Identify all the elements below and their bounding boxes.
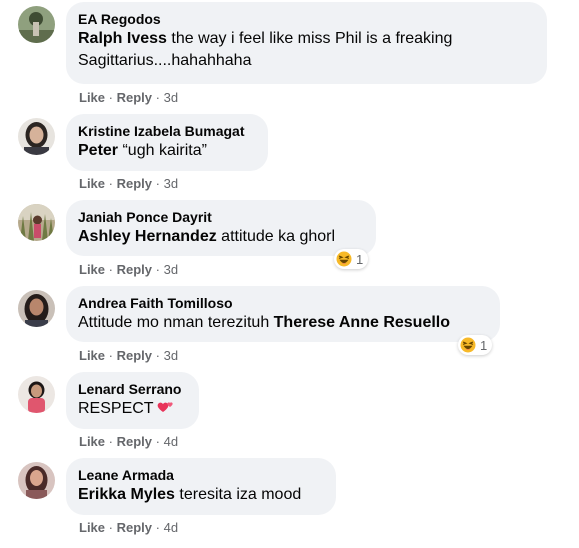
comment-body: teresita iza mood <box>174 486 302 503</box>
reply-button[interactable]: Reply <box>117 90 152 105</box>
haha-emoji-icon <box>460 337 476 353</box>
comment-bubble: Andrea Faith Tomilloso Attitude mo nman … <box>66 286 500 342</box>
comment-text: Peter “ugh kairita” <box>78 140 256 162</box>
two-hearts-icon <box>157 402 173 412</box>
reply-button[interactable]: Reply <box>117 176 152 191</box>
separator: · <box>108 90 113 105</box>
comment-author[interactable]: Janiah Ponce Dayrit <box>78 208 364 226</box>
avatar[interactable] <box>18 462 55 499</box>
comment-actions: Like · Reply · 4d <box>79 520 178 536</box>
comment-body: RESPECT <box>78 400 154 417</box>
like-button[interactable]: Like <box>79 90 105 105</box>
mention-tag[interactable]: Erikka Myles <box>78 486 175 503</box>
separator: · <box>155 90 160 105</box>
avatar[interactable] <box>18 118 55 155</box>
comment-body: Attitude mo nman terezituh <box>78 314 274 331</box>
separator: · <box>108 176 113 191</box>
separator: · <box>155 520 160 535</box>
reply-button[interactable]: Reply <box>117 434 152 449</box>
comment-author[interactable]: EA Regodos <box>78 10 535 28</box>
haha-emoji-icon <box>336 251 352 267</box>
like-button[interactable]: Like <box>79 434 105 449</box>
comment-actions: Like · Reply · 3d <box>79 262 178 278</box>
comment-author[interactable]: Lenard Serrano <box>78 380 187 398</box>
separator: · <box>108 434 113 449</box>
comment-body: attitude ka ghorl <box>216 228 336 245</box>
comment-actions: Like · Reply · 3d <box>79 348 178 364</box>
reply-button[interactable]: Reply <box>117 348 152 363</box>
comment-bubble: Janiah Ponce Dayrit Ashley Hernandez att… <box>66 200 376 256</box>
avatar[interactable] <box>18 376 55 413</box>
separator: · <box>108 348 113 363</box>
comment-author[interactable]: Andrea Faith Tomilloso <box>78 294 488 312</box>
like-button[interactable]: Like <box>79 262 105 277</box>
mention-tag[interactable]: Ashley Hernandez <box>78 228 217 245</box>
timestamp[interactable]: 3d <box>164 348 178 363</box>
comment-actions: Like · Reply · 3d <box>79 90 178 106</box>
comment-bubble: Leane Armada Erikka Myles teresita iza m… <box>66 458 336 515</box>
reaction-count: 1 <box>356 251 364 267</box>
mention-tag[interactable]: Therese Anne Resuello <box>274 314 450 331</box>
like-button[interactable]: Like <box>79 348 105 363</box>
avatar[interactable] <box>18 290 55 327</box>
reaction-summary[interactable]: 1 <box>458 335 493 355</box>
comment-actions: Like · Reply · 3d <box>79 176 178 192</box>
timestamp[interactable]: 4d <box>164 434 178 449</box>
avatar[interactable] <box>18 6 55 43</box>
comment-text: Attitude mo nman terezituh Therese Anne … <box>78 312 488 334</box>
comment-text: Ralph Ivess the way i feel like miss Phi… <box>78 28 535 72</box>
timestamp[interactable]: 3d <box>164 262 178 277</box>
reaction-count: 1 <box>480 337 488 353</box>
comment-text: RESPECT <box>78 398 187 420</box>
comment-text: Erikka Myles teresita iza mood <box>78 484 324 506</box>
comment-text: Ashley Hernandez attitude ka ghorl <box>78 226 364 248</box>
reaction-summary[interactable]: 1 <box>334 249 369 269</box>
like-button[interactable]: Like <box>79 176 105 191</box>
comment-author[interactable]: Kristine Izabela Bumagat <box>78 122 256 140</box>
comment-body: “ugh kairita” <box>118 142 207 159</box>
separator: · <box>108 520 113 535</box>
timestamp[interactable]: 3d <box>164 176 178 191</box>
separator: · <box>155 262 160 277</box>
separator: · <box>155 176 160 191</box>
like-button[interactable]: Like <box>79 520 105 535</box>
comment-bubble: Kristine Izabela Bumagat Peter “ugh kair… <box>66 114 268 171</box>
comment-bubble: EA Regodos Ralph Ivess the way i feel li… <box>66 2 547 84</box>
avatar[interactable] <box>18 204 55 241</box>
mention-tag[interactable]: Peter <box>78 142 118 159</box>
mention-tag[interactable]: Ralph Ivess <box>78 30 167 47</box>
reply-button[interactable]: Reply <box>117 520 152 535</box>
timestamp[interactable]: 4d <box>164 520 178 535</box>
comment-author[interactable]: Leane Armada <box>78 466 324 484</box>
separator: · <box>108 262 113 277</box>
comment-bubble: Lenard Serrano RESPECT <box>66 372 199 429</box>
reply-button[interactable]: Reply <box>117 262 152 277</box>
timestamp[interactable]: 3d <box>164 90 178 105</box>
comment-actions: Like · Reply · 4d <box>79 434 178 450</box>
separator: · <box>155 348 160 363</box>
separator: · <box>155 434 160 449</box>
